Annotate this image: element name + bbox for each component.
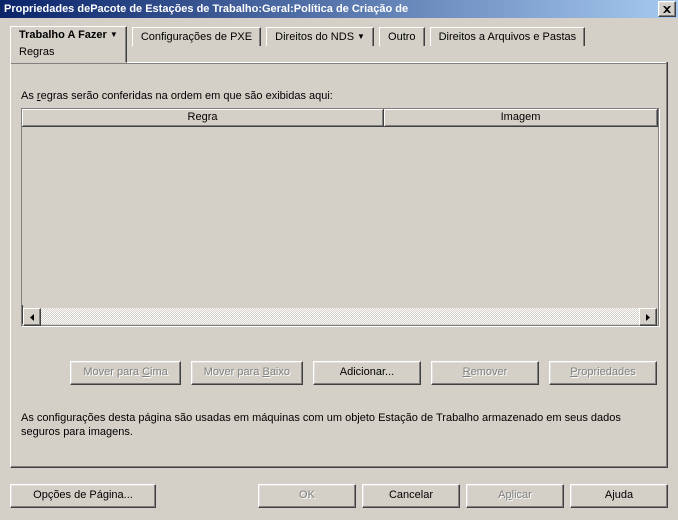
footnote-text: As configurações desta página são usadas… <box>21 411 657 439</box>
list-buttons: Mover para Cima Mover para Baixo Adicion… <box>11 361 667 385</box>
horizontal-scrollbar[interactable] <box>23 308 657 324</box>
close-button[interactable] <box>658 1 676 17</box>
cancel-button[interactable]: Cancelar <box>362 484 460 508</box>
intro-text: As regras serão conferidas na ordem em q… <box>21 90 657 102</box>
help-button[interactable]: Ajuda <box>570 484 668 508</box>
add-button[interactable]: Adicionar... <box>313 361 421 385</box>
tab-strip: Trabalho A Fazer▼ Regras Configurações d… <box>10 27 668 63</box>
chevron-down-icon: ▼ <box>357 32 365 41</box>
close-icon <box>663 6 671 13</box>
apply-button[interactable]: Aplicar <box>466 484 564 508</box>
tab-label: Direitos do NDS <box>275 31 354 43</box>
arrow-left-icon <box>30 314 34 321</box>
remove-button[interactable]: Remover <box>431 361 539 385</box>
arrow-right-icon <box>646 314 650 321</box>
tab-trabalho-a-fazer[interactable]: Trabalho A Fazer▼ Regras <box>10 26 127 63</box>
scrollbar-track[interactable] <box>41 308 639 324</box>
tab-sublabel: Regras <box>19 44 54 61</box>
client-area: Trabalho A Fazer▼ Regras Configurações d… <box>0 18 678 520</box>
rules-list[interactable]: Regra Imagem <box>21 108 659 326</box>
tab-configuracoes-pxe[interactable]: Configurações de PXE <box>132 27 261 46</box>
properties-button[interactable]: Propriedades <box>549 361 657 385</box>
tab-label: Direitos a Arquivos e Pastas <box>439 31 577 43</box>
tab-label: Outro <box>388 31 416 43</box>
title-bar: Propriedades dePacote de Estações de Tra… <box>0 0 678 18</box>
ok-button[interactable]: OK <box>258 484 356 508</box>
column-headers: Regra Imagem <box>22 109 658 127</box>
move-up-button[interactable]: Mover para Cima <box>70 361 180 385</box>
chevron-down-icon: ▼ <box>110 30 118 39</box>
column-header-regra[interactable]: Regra <box>22 109 384 127</box>
tab-panel-regras: As regras serão conferidas na ordem em q… <box>10 62 668 468</box>
tab-label: Trabalho A Fazer <box>19 29 107 41</box>
dialog-button-bar: Opções de Página... OK Cancelar Aplicar … <box>10 482 668 510</box>
tab-direitos-arquivos[interactable]: Direitos a Arquivos e Pastas <box>430 27 586 46</box>
tab-direitos-nds[interactable]: Direitos do NDS▼ <box>266 27 374 46</box>
column-header-imagem[interactable]: Imagem <box>384 109 658 127</box>
move-down-button[interactable]: Mover para Baixo <box>191 361 303 385</box>
scroll-right-button[interactable] <box>639 308 657 326</box>
tab-label: Configurações de PXE <box>141 31 252 43</box>
scroll-left-button[interactable] <box>23 308 41 326</box>
window-title: Propriedades dePacote de Estações de Tra… <box>4 3 408 15</box>
page-options-button[interactable]: Opções de Página... <box>10 484 156 508</box>
tab-outro[interactable]: Outro <box>379 27 425 46</box>
rules-list-body[interactable] <box>22 127 658 305</box>
